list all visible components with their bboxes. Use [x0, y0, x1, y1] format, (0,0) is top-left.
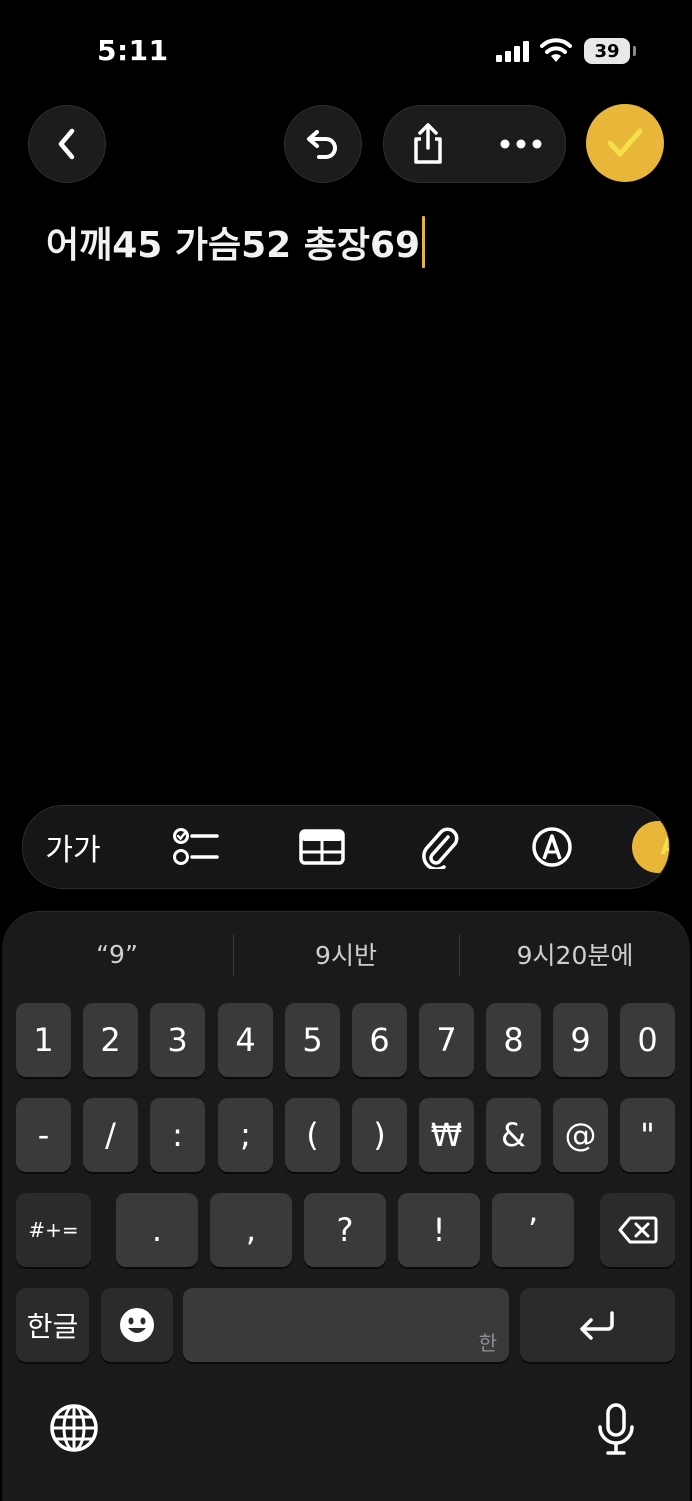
key-quote[interactable]: "	[620, 1098, 675, 1172]
key-colon[interactable]: :	[150, 1098, 205, 1172]
globe-icon	[50, 1404, 98, 1452]
keyboard: “9” 9시반 9시20분에 1 2 3 4 5 6 7 8 9 0 - / :…	[2, 911, 690, 1501]
battery-level: 39	[594, 40, 620, 62]
key-1[interactable]: 1	[16, 1003, 71, 1077]
back-button[interactable]	[28, 105, 106, 183]
microphone-icon	[598, 1403, 634, 1455]
return-key[interactable]	[520, 1288, 675, 1362]
delete-key[interactable]	[600, 1193, 675, 1267]
key-won[interactable]: ₩	[419, 1098, 474, 1172]
key-question[interactable]: ?	[304, 1193, 386, 1267]
checkmark-icon	[607, 128, 643, 157]
key-2[interactable]: 2	[83, 1003, 138, 1077]
writing-tools-button[interactable]: A	[628, 806, 669, 888]
key-exclamation[interactable]: !	[398, 1193, 480, 1267]
key-apostrophe[interactable]: ’	[492, 1193, 574, 1267]
suggestion-item[interactable]: 9시20분에	[460, 932, 690, 976]
battery-icon: 39	[584, 38, 636, 64]
key-ampersand[interactable]: &	[486, 1098, 541, 1172]
key-period[interactable]: .	[116, 1193, 198, 1267]
undo-icon	[307, 130, 337, 159]
key-5[interactable]: 5	[285, 1003, 340, 1077]
key-7[interactable]: 7	[419, 1003, 474, 1077]
note-text-area[interactable]: 어깨45 가슴52 총장69	[46, 216, 426, 268]
status-time: 5:11	[97, 34, 169, 67]
checklist-button[interactable]	[171, 806, 221, 888]
text-cursor	[422, 216, 426, 268]
more-button[interactable]	[496, 128, 546, 160]
cellular-signal-icon	[496, 40, 532, 62]
symbols-key[interactable]: #+=	[16, 1193, 91, 1267]
checklist-icon	[173, 828, 219, 865]
emoji-key[interactable]	[101, 1288, 173, 1362]
key-6[interactable]: 6	[352, 1003, 407, 1077]
pen-markup-icon	[532, 827, 572, 867]
share-icon	[414, 123, 442, 164]
dictation-button[interactable]	[594, 1402, 638, 1458]
text-format-label: 가가	[45, 833, 101, 868]
share-more-group	[383, 105, 566, 183]
suggestion-item[interactable]: “9”	[2, 932, 232, 976]
ellipsis-icon	[500, 139, 542, 149]
markup-button[interactable]	[527, 806, 577, 888]
key-semicolon[interactable]: ;	[218, 1098, 273, 1172]
text-format-button[interactable]: 가가	[41, 806, 105, 888]
space-language-hint: 한	[478, 1331, 497, 1355]
formatting-toolbar: 가가 A	[22, 805, 670, 889]
emoji-icon	[120, 1308, 154, 1342]
wifi-icon	[540, 38, 572, 62]
key-hyphen[interactable]: -	[16, 1098, 71, 1172]
delete-icon	[618, 1216, 657, 1244]
key-at[interactable]: @	[553, 1098, 608, 1172]
language-key[interactable]: 한글	[16, 1288, 89, 1362]
suggestion-item[interactable]: 9시반	[234, 932, 458, 976]
done-button[interactable]	[586, 104, 664, 182]
undo-button[interactable]	[284, 105, 362, 183]
table-button[interactable]	[297, 806, 347, 888]
status-bar: 5:11 39	[0, 0, 692, 100]
note-text: 어깨45 가슴52 총장69	[46, 225, 421, 266]
writing-tools-icon: A	[632, 821, 669, 873]
table-icon	[299, 829, 345, 865]
space-key[interactable]: 한	[183, 1288, 509, 1362]
key-close-paren[interactable]: )	[352, 1098, 407, 1172]
key-0[interactable]: 0	[620, 1003, 675, 1077]
key-comma[interactable]: ,	[210, 1193, 292, 1267]
share-button[interactable]	[406, 120, 450, 168]
key-4[interactable]: 4	[218, 1003, 273, 1077]
key-9[interactable]: 9	[553, 1003, 608, 1077]
globe-button[interactable]	[48, 1402, 100, 1454]
key-open-paren[interactable]: (	[285, 1098, 340, 1172]
attachment-button[interactable]	[415, 806, 465, 888]
chevron-left-icon	[58, 128, 75, 160]
key-slash[interactable]: /	[83, 1098, 138, 1172]
suggestion-bar: “9” 9시반 9시20분에	[2, 932, 690, 976]
paperclip-icon	[422, 827, 459, 869]
return-icon	[579, 1311, 614, 1340]
key-3[interactable]: 3	[150, 1003, 205, 1077]
key-8[interactable]: 8	[486, 1003, 541, 1077]
